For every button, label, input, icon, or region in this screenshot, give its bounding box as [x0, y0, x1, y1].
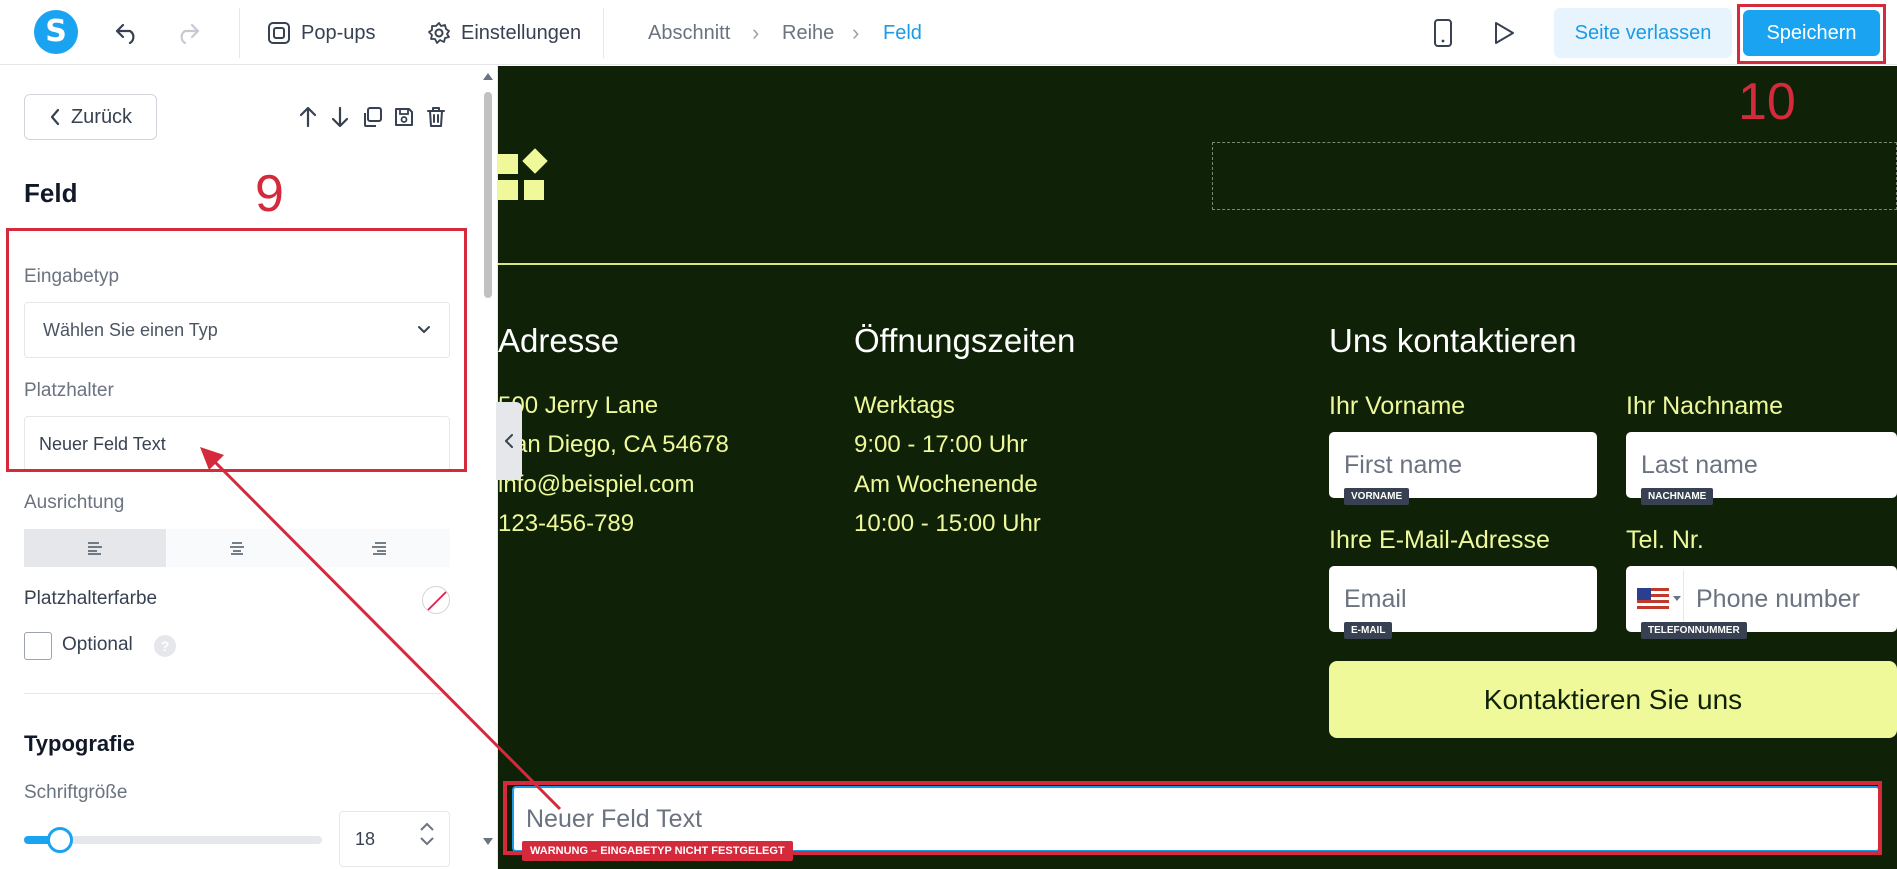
- field-tag: TELEFONNUMMER: [1641, 622, 1747, 639]
- back-label: Zurück: [70, 105, 133, 128]
- toolbar-divider: [239, 8, 240, 58]
- chevron-left-icon: [505, 434, 513, 448]
- page-canvas: 10 Adresse 500 Jerry Lane San Diego, CA …: [498, 66, 1897, 869]
- save-template-icon[interactable]: [392, 104, 416, 130]
- optional-checkbox[interactable]: [24, 632, 52, 660]
- contact-title: Uns kontaktieren: [1329, 322, 1577, 359]
- first-name-label: Ihr Vorname: [1329, 392, 1466, 420]
- scroll-thumb[interactable]: [484, 92, 492, 298]
- section-divider: [24, 693, 450, 694]
- contact-submit-button[interactable]: Kontaktieren Sie uns: [1329, 661, 1897, 738]
- scroll-up-arrow-icon[interactable]: [483, 72, 493, 80]
- stepper-arrows[interactable]: [419, 822, 435, 846]
- app-logo[interactable]: S: [34, 10, 78, 54]
- undo-icon[interactable]: [112, 18, 142, 48]
- leave-page-button[interactable]: Seite verlassen: [1554, 8, 1732, 58]
- popup-icon: [268, 22, 290, 44]
- annotation-marker-10: 10: [1738, 73, 1796, 131]
- address-line: San Diego, CA 54678: [498, 431, 729, 458]
- trash-icon[interactable]: [424, 104, 448, 130]
- placeholder-color-label: Platzhalterfarbe: [24, 588, 158, 609]
- chevron-up-icon[interactable]: [419, 822, 435, 832]
- annotation-input-highlight: [6, 228, 467, 472]
- font-size-stepper[interactable]: 18: [339, 811, 450, 867]
- flag-divider: [1683, 570, 1684, 628]
- panel-scrollbar[interactable]: [481, 66, 495, 869]
- scroll-down-arrow-icon[interactable]: [483, 838, 493, 846]
- hours-line: Am Wochenende: [854, 471, 1038, 498]
- alignment-label: Ausrichtung: [24, 492, 125, 513]
- chevron-left-icon: [50, 108, 60, 126]
- address-line: 123-456-789: [498, 510, 635, 537]
- brand-logo-icon: [498, 148, 548, 200]
- slider-handle[interactable]: [46, 827, 73, 853]
- breadcrumb-section[interactable]: Abschnitt: [648, 22, 730, 45]
- redo-icon[interactable]: [173, 18, 203, 48]
- panel-title: Feld: [24, 178, 78, 208]
- field-tag: NACHNAME: [1641, 488, 1714, 505]
- popups-label: Pop-ups: [301, 21, 376, 44]
- settings-label: Einstellungen: [461, 21, 582, 44]
- hours-line: Werktags: [854, 392, 955, 419]
- mobile-preview-icon[interactable]: [1428, 18, 1458, 48]
- help-icon[interactable]: ?: [154, 635, 176, 657]
- font-size-label: Schriftgröße: [24, 782, 128, 803]
- email-label: Ihre E-Mail-Adresse: [1329, 526, 1550, 554]
- annotation-marker-9: 9: [255, 165, 284, 223]
- typography-title: Typografie: [24, 731, 135, 756]
- popups-button[interactable]: Pop-ups: [267, 16, 376, 50]
- optional-label: Optional: [62, 634, 133, 655]
- address-line: info@beispiel.com: [498, 471, 695, 498]
- field-tag: VORNAME: [1344, 488, 1410, 505]
- warning-badge: WARNUNG – EINGABETYP NICHT FESTGELEGT: [522, 841, 793, 861]
- breadcrumb-row[interactable]: Reihe: [782, 22, 834, 45]
- align-left-icon[interactable]: [24, 529, 166, 567]
- align-center-icon[interactable]: [166, 529, 308, 567]
- collapse-panel-handle[interactable]: [496, 402, 522, 480]
- hours-title: Öffnungszeiten: [854, 322, 1076, 359]
- hours-line: 10:00 - 15:00 Uhr: [854, 510, 1041, 537]
- top-toolbar: S Pop-ups Einstellungen Abschnitt › Reih…: [0, 0, 1897, 65]
- field-settings-panel: Zurück Feld Eingabetyp Wählen Sie einen …: [0, 66, 498, 869]
- alignment-buttons: [24, 529, 450, 567]
- address-line: 500 Jerry Lane: [498, 392, 659, 419]
- move-up-icon[interactable]: [296, 104, 320, 130]
- font-size-value: 18: [355, 828, 376, 849]
- back-button[interactable]: Zurück: [24, 94, 157, 140]
- play-preview-icon[interactable]: [1489, 18, 1519, 48]
- chevron-down-icon[interactable]: [419, 836, 435, 846]
- field-tag: E-MAIL: [1344, 622, 1393, 639]
- move-down-icon[interactable]: [328, 104, 352, 130]
- breadcrumb-field[interactable]: Feld: [883, 22, 922, 45]
- annotation-save-highlight: [1737, 4, 1886, 64]
- address-title: Adresse: [498, 322, 620, 359]
- chevron-right-icon: ›: [852, 20, 860, 45]
- toolbar-divider: [603, 8, 604, 58]
- gear-icon: [428, 22, 450, 44]
- settings-button[interactable]: Einstellungen: [427, 16, 581, 50]
- duplicate-icon[interactable]: [360, 104, 384, 130]
- section-divider-line: [498, 263, 1897, 265]
- phone-label: Tel. Nr.: [1626, 526, 1704, 554]
- chevron-right-icon: ›: [752, 20, 760, 45]
- us-flag-icon[interactable]: [1637, 588, 1683, 610]
- last-name-label: Ihr Nachname: [1626, 392, 1784, 420]
- field-actions: [296, 104, 448, 130]
- color-swatch-none[interactable]: [422, 586, 450, 614]
- align-right-icon[interactable]: [308, 529, 450, 567]
- empty-nav-placeholder[interactable]: [1212, 142, 1897, 210]
- hours-line: 9:00 - 17:00 Uhr: [854, 431, 1028, 458]
